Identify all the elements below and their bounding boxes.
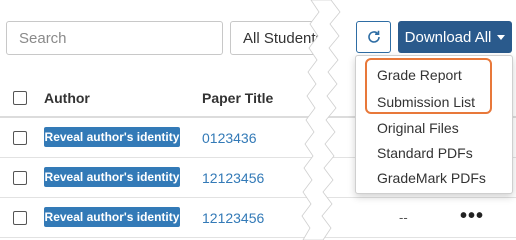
author-column-header[interactable]: Author: [44, 90, 90, 106]
caret-down-icon: [497, 34, 506, 40]
select-all-checkbox[interactable]: [13, 91, 27, 105]
download-all-button[interactable]: Download All: [398, 21, 512, 53]
refresh-icon: [367, 30, 380, 43]
menu-item-submission-list[interactable]: Submission List: [377, 94, 475, 110]
reveal-author-button[interactable]: Reveal author's identity: [44, 207, 180, 227]
download-dropdown-menu: Grade Report Submission List Original Fi…: [355, 55, 513, 194]
row-checkbox[interactable]: [13, 211, 27, 225]
row-value-placeholder: --: [399, 210, 408, 225]
refresh-button[interactable]: [356, 21, 391, 53]
paper-title-column-header[interactable]: Paper Title: [202, 90, 273, 106]
search-input[interactable]: [6, 21, 223, 55]
menu-item-standard-pdfs[interactable]: Standard PDFs: [377, 145, 473, 161]
paper-title-link[interactable]: 0123436: [202, 130, 257, 146]
more-options-icon[interactable]: •••: [460, 205, 484, 228]
menu-item-grade-report[interactable]: Grade Report: [377, 67, 462, 83]
row-checkbox[interactable]: [13, 171, 27, 185]
row-checkbox[interactable]: [13, 131, 27, 145]
torn-edge-divider: [301, 0, 341, 240]
menu-item-original-files[interactable]: Original Files: [377, 120, 459, 136]
paper-title-link[interactable]: 12123456: [202, 210, 264, 226]
paper-title-link[interactable]: 12123456: [202, 170, 264, 186]
reveal-author-button[interactable]: Reveal author's identity: [44, 167, 180, 187]
menu-item-grademark-pdfs[interactable]: GradeMark PDFs: [377, 170, 486, 186]
reveal-author-button[interactable]: Reveal author's identity: [44, 127, 180, 147]
table-row: Reveal author's identity 12123456 -- •••: [0, 198, 516, 238]
download-all-label: Download All: [404, 28, 492, 46]
